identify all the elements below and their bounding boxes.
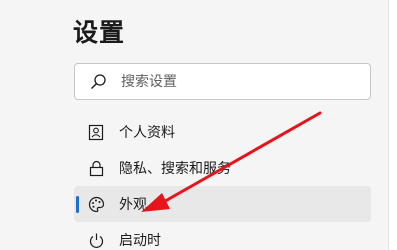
palette-icon xyxy=(88,196,105,212)
search-box[interactable] xyxy=(74,63,371,100)
nav-item-appearance[interactable]: 外观 xyxy=(74,186,371,222)
nav-item-privacy[interactable]: 隐私、搜索和服务 xyxy=(74,150,371,186)
nav-item-label: 个人资料 xyxy=(119,125,175,141)
nav-item-label: 隐私、搜索和服务 xyxy=(119,161,231,177)
page-title: 设置 xyxy=(73,18,126,47)
selection-indicator xyxy=(76,196,79,213)
search-icon xyxy=(91,73,106,89)
nav-item-label: 外观 xyxy=(119,197,147,213)
search-input[interactable] xyxy=(121,73,351,90)
nav-item-label: 启动时 xyxy=(119,233,161,249)
settings-page: 设置 个人资料 隐私、搜索和服务 xyxy=(0,0,397,250)
profile-icon xyxy=(88,124,104,140)
nav-item-profile[interactable]: 个人资料 xyxy=(74,114,371,150)
lock-icon xyxy=(89,160,104,176)
content-pane-edge xyxy=(388,0,397,250)
power-icon xyxy=(89,233,104,248)
nav-item-startup[interactable]: 启动时 xyxy=(74,222,371,250)
